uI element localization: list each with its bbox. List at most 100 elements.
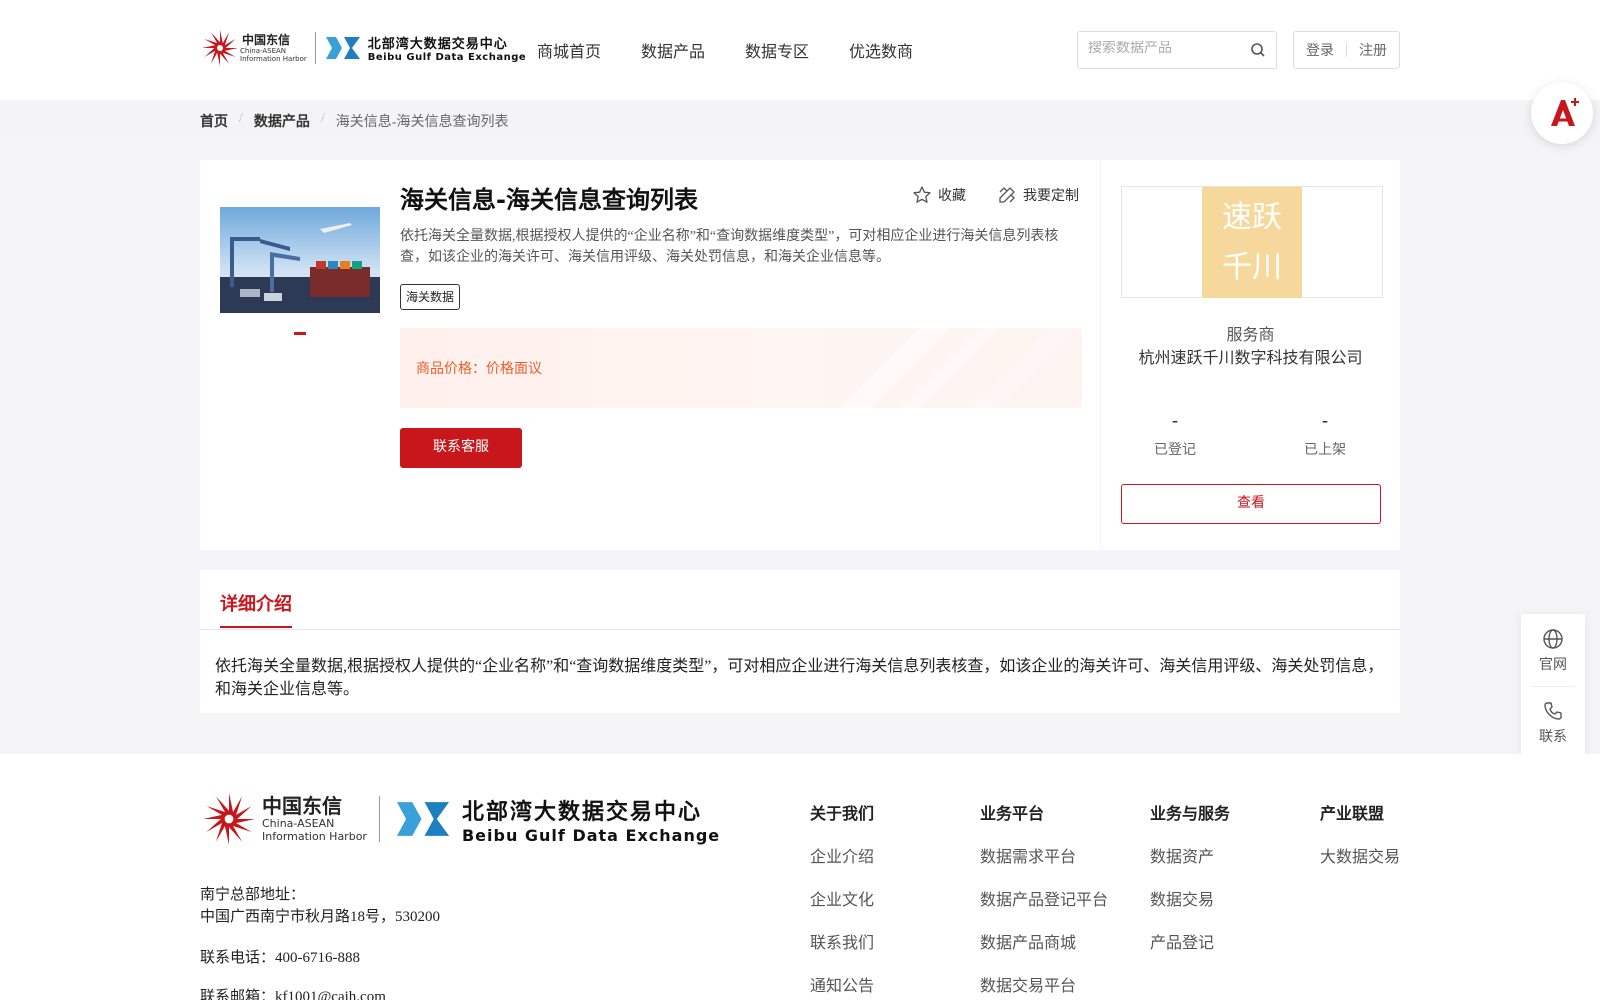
footer-link[interactable]: 数据交易 <box>1150 886 1230 910</box>
vendor-logo-frame: 速跃 千川 <box>1121 186 1383 298</box>
footer-logo-bx-en: Beibu Gulf Data Exchange <box>461 825 721 845</box>
footer-link[interactable]: 数据产品登记平台 <box>980 886 1108 910</box>
toolbar-divider <box>1531 686 1575 687</box>
footer-link[interactable]: 企业文化 <box>810 886 874 910</box>
tab-divider <box>200 629 1400 630</box>
product-tag[interactable]: 海关数据 <box>400 284 461 310</box>
site-logo[interactable]: 中国东信 China-ASEAN Information Harbor 北部湾大… <box>200 28 526 68</box>
footer-logo-cn: 中国东信 <box>262 794 342 818</box>
logo-cn-text: 中国东信 <box>242 32 291 47</box>
registered-label: 已登记 <box>1154 443 1196 458</box>
price-line: 商品价格：价格面议 <box>416 358 542 378</box>
price-value: 价格面议 <box>486 362 542 377</box>
footer-link[interactable]: 联系我们 <box>810 929 874 953</box>
logo-divider <box>314 32 316 64</box>
footer-address: 中国广西南宁市秋月路18号，530200 <box>200 909 441 925</box>
auth-box: 登录 注册 <box>1293 31 1400 69</box>
footer-logo-divider <box>378 796 380 842</box>
footer-link[interactable]: 通知公告 <box>810 972 874 996</box>
official-site-label: 官网 <box>1539 658 1567 673</box>
footer-col-title: 产业联盟 <box>1320 806 1385 823</box>
tab-detail-intro[interactable]: 详细介绍 <box>220 590 292 628</box>
main-nav: 商城首页 数据产品 数据专区 优选数商 <box>537 38 953 62</box>
vendor-logo-line2: 千川 <box>1222 250 1282 285</box>
footer-link[interactable]: 大数据交易 <box>1320 843 1400 867</box>
footer-link[interactable]: 数据产品商城 <box>980 929 1108 953</box>
login-button[interactable]: 登录 <box>1306 40 1334 60</box>
site-header: 中国东信 China-ASEAN Information Harbor 北部湾大… <box>0 0 1600 100</box>
nav-mall-home[interactable]: 商城首页 <box>537 38 601 62</box>
footer-beibu-wordmark: 北部湾大数据交易中心 Beibu Gulf Data Exchange <box>462 794 720 845</box>
nav-data-products[interactable]: 数据产品 <box>641 38 705 62</box>
footer-link[interactable]: 产品登记 <box>1150 929 1230 953</box>
registered-stat: - 已登记 <box>1125 410 1225 459</box>
footer-col-platforms: 业务平台 数据需求平台 数据产品登记平台 数据产品商城 数据交易平台 <box>980 800 1108 1000</box>
vendor-label: 服务商 <box>1226 327 1275 344</box>
product-description: 依托海关全量数据,根据授权人提供的“企业名称”和“查询数据维度类型”，可对相应企… <box>400 229 1059 265</box>
listed-stat: - 已上架 <box>1275 410 1375 459</box>
listed-count: - <box>1322 410 1328 430</box>
favorite-button[interactable]: 收藏 <box>912 185 966 205</box>
registered-count: - <box>1172 410 1178 430</box>
product-card: 海关信息-海关信息查询列表 收藏 我要定制 依托海关全量数据,根据授权人提供的“… <box>200 160 1100 550</box>
breadcrumb-data-products[interactable]: 数据产品 <box>254 111 310 131</box>
footer-link[interactable]: 数据资产 <box>1150 843 1230 867</box>
breadcrumb-home[interactable]: 首页 <box>200 111 228 131</box>
vendor-logo: 速跃 千川 <box>1202 187 1302 298</box>
beibu-gulf-wordmark: 北部湾大数据交易中心 Beibu Gulf Data Exchange <box>368 33 526 63</box>
pencil-ruler-icon <box>999 187 1015 203</box>
detail-text: 依托海关全量数据,根据授权人提供的“企业名称”和“查询数据维度类型”，可对相应企… <box>215 658 1384 698</box>
footer-link[interactable]: 数据交易平台 <box>980 972 1108 996</box>
assistant-float-button[interactable] <box>1531 82 1593 144</box>
star-icon <box>913 186 931 203</box>
floating-toolbar: 官网 联系 <box>1521 614 1585 759</box>
product-title: 海关信息-海关信息查询列表 <box>400 186 698 214</box>
footer-logo[interactable]: 中国东信 China-ASEAN Information Harbor 北部湾大… <box>200 790 720 848</box>
contact-float-button[interactable]: 联系 <box>1521 700 1585 746</box>
carousel-indicator[interactable] <box>294 332 306 335</box>
search-input[interactable] <box>1088 41 1243 57</box>
favorite-label: 收藏 <box>938 189 966 204</box>
footer-col-about: 关于我们 企业介绍 企业文化 联系我们 通知公告 <box>810 800 874 1000</box>
product-image <box>220 207 380 313</box>
phone-icon <box>1544 702 1562 720</box>
footer-link[interactable]: 数据需求平台 <box>980 843 1108 867</box>
footer-col-title: 业务与服务 <box>1150 806 1231 823</box>
logo-en-text-2: Information Harbor <box>240 54 307 63</box>
nav-featured-vendors[interactable]: 优选数商 <box>849 38 913 62</box>
footer-phone: 联系电话：400-6716-888 <box>200 950 360 966</box>
logo-bx-cn-text: 北部湾大数据交易中心 <box>367 37 508 52</box>
footer-col-title: 关于我们 <box>810 806 875 823</box>
logo-bx-en-text: Beibu Gulf Data Exchange <box>367 52 527 63</box>
footer-logo-bx-cn: 北部湾大数据交易中心 <box>461 799 702 825</box>
contact-service-button[interactable]: 联系客服 <box>400 428 522 468</box>
breadcrumb: 首页 / 数据产品 / 海关信息-海关信息查询列表 <box>200 111 508 131</box>
footer-email: 联系邮箱：kf1001@caih.com <box>200 989 386 1000</box>
logo-en-text-1: China-ASEAN <box>240 46 287 55</box>
price-panel: 商品价格：价格面议 <box>400 328 1082 408</box>
search-icon[interactable] <box>1250 42 1266 58</box>
footer-logo-en-2: Information Harbor <box>262 830 367 843</box>
detail-section: 详细介绍 依托海关全量数据,根据授权人提供的“企业名称”和“查询数据维度类型”，… <box>200 570 1400 713</box>
globe-icon <box>1543 629 1563 649</box>
listed-label: 已上架 <box>1304 443 1346 458</box>
register-button[interactable]: 注册 <box>1359 40 1387 60</box>
price-label: 商品价格： <box>416 362 486 377</box>
beibu-gulf-footer-logo-icon <box>396 802 450 836</box>
official-site-button[interactable]: 官网 <box>1521 628 1585 674</box>
search-box <box>1077 31 1277 69</box>
contact-float-label: 联系 <box>1539 730 1567 745</box>
customize-button[interactable]: 我要定制 <box>997 185 1079 205</box>
china-asean-wordmark: 中国东信 China-ASEAN Information Harbor <box>240 32 307 63</box>
footer-link[interactable]: 企业介绍 <box>810 843 874 867</box>
footer-address-label: 南宁总部地址： <box>200 887 306 903</box>
price-decoration <box>840 328 1080 408</box>
customize-label: 我要定制 <box>1023 189 1079 204</box>
vendor-logo-line1: 速跃 <box>1222 200 1282 235</box>
footer-col-alliance: 产业联盟 大数据交易 <box>1320 800 1400 886</box>
footer-col-title: 业务平台 <box>980 806 1045 823</box>
auth-divider <box>1346 43 1347 57</box>
nav-data-zone[interactable]: 数据专区 <box>745 38 809 62</box>
view-vendor-button[interactable]: 查看 <box>1121 484 1381 524</box>
vendor-card: 速跃 千川 服务商 杭州速跃千川数字科技有限公司 - 已登记 - 已上架 查看 <box>1101 160 1400 550</box>
